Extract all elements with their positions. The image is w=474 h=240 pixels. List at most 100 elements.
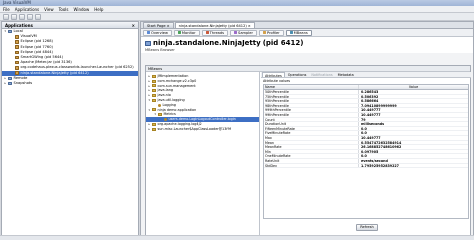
expand-toggle-icon[interactable]: ▾	[4, 29, 7, 34]
java-app-icon	[15, 50, 19, 55]
mbean-icon	[164, 118, 167, 122]
refresh-button[interactable]: Refresh	[356, 224, 378, 231]
value-column-header[interactable]: Value	[359, 85, 468, 89]
document-tab[interactable]: Start Page ×	[143, 22, 174, 28]
attribute-value: 10.449777	[361, 108, 381, 112]
load-snapshot-icon[interactable]	[35, 13, 41, 20]
close-icon[interactable]: ×	[167, 23, 170, 29]
document-tab[interactable]: ninja.standalone.NinjaJetty (pid 6412) ×	[174, 22, 255, 29]
profiler-icon	[263, 31, 266, 34]
attribute-value: 0.0	[361, 154, 367, 158]
close-icon[interactable]: ×	[132, 23, 135, 28]
java-app-icon	[145, 40, 151, 46]
add-remote-host-icon[interactable]	[27, 13, 33, 20]
open-icon[interactable]	[3, 13, 9, 20]
attribute-name: StdDev	[264, 163, 359, 168]
folder-icon	[152, 122, 156, 126]
attribute-name: 98thPercentile	[264, 103, 359, 108]
document-tabs: Start Page × ninja.standalone.NinjaJetty (…	[141, 22, 473, 29]
tab-attributes[interactable]: Attributes	[262, 72, 285, 78]
folder-icon	[152, 94, 156, 98]
attribute-name: Count	[264, 117, 359, 122]
name-column-header[interactable]: Name	[264, 85, 359, 89]
applications-panel-header: Applications ×	[2, 22, 138, 29]
table-row[interactable]: StdDev 1.795925952839227	[264, 163, 468, 169]
tree-item[interactable]: ▸ Snapshots	[2, 81, 138, 86]
tab-label: Overview	[151, 30, 168, 35]
attribute-value: 26.168852748610962	[361, 145, 402, 149]
tab-label: Sampler	[238, 30, 253, 35]
tab-profiler[interactable]: Profiler	[259, 29, 284, 36]
monitor-icon	[177, 31, 181, 34]
attribute-value: 1.795925952839227	[361, 163, 399, 168]
tab-label: Threads	[209, 30, 225, 35]
view-tabs: Overview Monitor Threads Sampler Profiler MBe…	[141, 29, 473, 37]
menu-bar: File Applications View Tools Window Help	[0, 6, 474, 13]
menu-window[interactable]: Window	[74, 7, 90, 12]
tab-threads[interactable]: Threads	[201, 29, 229, 36]
main-toolbar	[0, 13, 474, 21]
attributes-pane: Attributes Operations Notifications Metadat…	[261, 72, 471, 237]
menu-applications[interactable]: Applications	[15, 7, 39, 12]
mbean-icon	[158, 103, 161, 107]
application-pid: (pid 6412)	[262, 39, 304, 47]
java-app-icon	[15, 45, 19, 49]
attribute-value: 0.0	[361, 126, 367, 131]
java-app-icon	[15, 40, 19, 44]
folder-icon	[152, 89, 156, 93]
attribute-value: 0.097905	[361, 149, 379, 154]
tab-overview[interactable]: Overview	[143, 29, 172, 36]
tab-monitor[interactable]: Monitor	[173, 29, 200, 36]
host-icon	[8, 29, 12, 34]
expand-toggle-icon[interactable]: ▾	[148, 108, 151, 113]
menu-help[interactable]: Help	[94, 7, 103, 12]
attribute-values-label: Attribute values	[263, 79, 291, 83]
tab-mbeans[interactable]: MBeans	[285, 29, 312, 36]
applications-tree: ▾ Local VisualVM Eclipse (pid 1268) Eclipse …	[2, 29, 138, 86]
overview-icon	[147, 31, 150, 34]
attribute-name: FiveMinuteRate	[264, 131, 359, 135]
tab-sampler[interactable]: Sampler	[230, 29, 257, 36]
attribute-name: FifteenMinuteRate	[264, 126, 359, 131]
table-body: 50thPercentile 0.286543 75thPercentile 0.50…	[264, 90, 468, 169]
host-icon	[8, 81, 12, 86]
expand-toggle-icon[interactable]: ▸	[148, 127, 151, 132]
document-tab-label: Start Page	[147, 23, 166, 28]
tab-operations[interactable]: Operations	[286, 72, 309, 77]
java-app-icon	[15, 71, 19, 75]
tab-notifications: Notifications	[311, 73, 333, 77]
expand-toggle-icon[interactable]: ▾	[154, 112, 157, 117]
folder-icon	[152, 74, 156, 78]
java-app-icon	[15, 60, 19, 65]
mbeans-panel: MBeans ▸ JMImplementation ▸ com.mchange.v2.…	[145, 65, 471, 237]
mbean-tree-item[interactable]: ▸ sun.misc.Launcher$AppClassLoader@13f9f	[146, 127, 259, 132]
attribute-name: Max	[264, 135, 359, 140]
java-app-icon	[15, 35, 19, 39]
mbeans-tree: ▸ JMImplementation ▸ com.mchange.v2.c3p0 ▸ co…	[146, 72, 260, 237]
application-header: ninja.standalone.NinjaJetty (pid 6412) M…	[141, 37, 473, 53]
tab-label: MBeans	[293, 30, 308, 35]
host-icon	[8, 76, 12, 81]
save-icon[interactable]	[11, 13, 17, 20]
add-jmx-connection-icon[interactable]	[19, 13, 25, 20]
close-icon[interactable]: ×	[248, 23, 251, 29]
application-subtitle: MBeans Browser	[145, 48, 175, 52]
mbeans-icon	[289, 31, 293, 34]
document-tab-label: ninja.standalone.NinjaJetty (pid 6412)	[178, 23, 247, 28]
tree-item-label: Snapshots	[13, 80, 33, 85]
expand-toggle-icon[interactable]: ▸	[4, 81, 7, 86]
applications-panel: Applications × ▾ Local VisualVM Eclipse (pi…	[1, 21, 139, 240]
folder-icon	[152, 108, 156, 112]
menu-file[interactable]: File	[3, 7, 10, 12]
tab-metadata[interactable]: Metadata	[336, 72, 356, 77]
applications-panel-title: Applications	[5, 22, 33, 28]
folder-icon	[152, 79, 156, 83]
tree-item-label: ninja.standalone.NinjaJetty (pid 6412)	[20, 70, 89, 75]
java-app-icon	[15, 66, 19, 70]
attribute-value: 0.506392	[361, 94, 379, 99]
menu-view[interactable]: View	[44, 7, 54, 12]
menu-tools[interactable]: Tools	[59, 7, 69, 12]
attribute-name: 75thPercentile	[264, 94, 359, 99]
status-bar	[0, 235, 474, 240]
expand-toggle-icon[interactable]: ▾	[148, 98, 151, 103]
